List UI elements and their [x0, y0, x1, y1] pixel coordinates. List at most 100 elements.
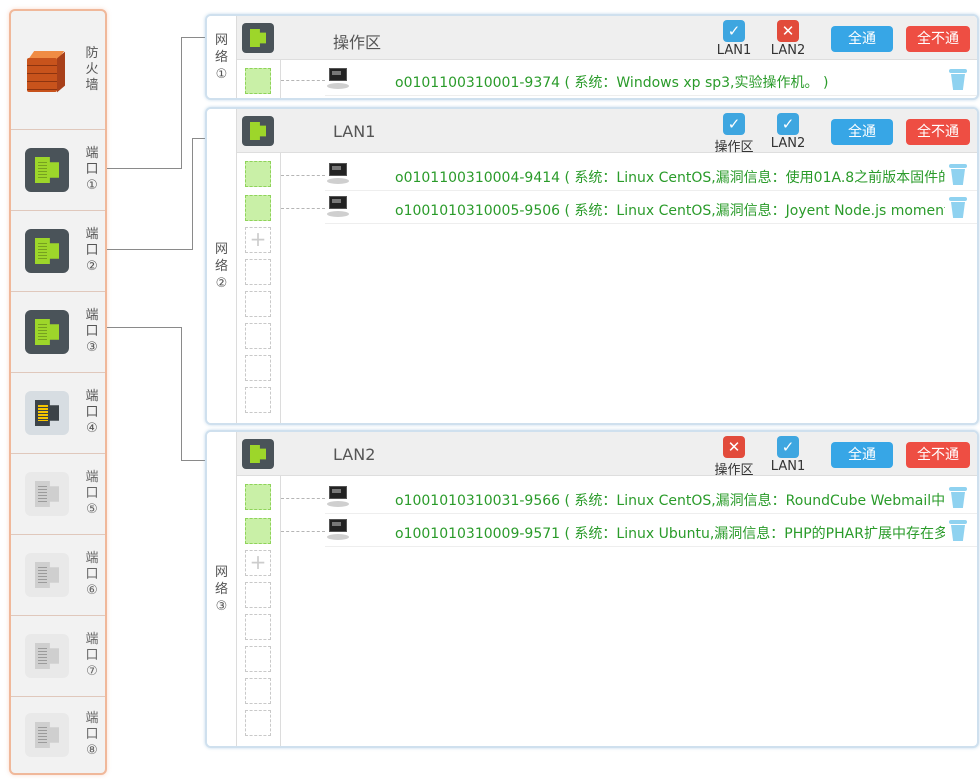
computer-icon — [327, 486, 349, 510]
port-label: 端 口 ② — [85, 227, 99, 274]
trash-icon[interactable] — [949, 487, 967, 509]
disconnect-all-button[interactable]: 全不通 — [906, 26, 970, 52]
empty-slot — [245, 614, 271, 640]
ethernet-port-icon — [25, 229, 69, 273]
network-header: LAN1 ✓ 操作区 ✓ LAN2 全通 全不通 — [281, 109, 977, 155]
port-label: 端 口 ⑧ — [85, 711, 99, 758]
ethernet-port-icon — [25, 713, 69, 757]
connector-line — [181, 327, 182, 461]
network-panel-3: 网 络 ③ + LAN2 ✕ 操作区 ✓ LAN1 全通 全不通 o100101… — [205, 430, 979, 748]
empty-slot — [245, 259, 271, 285]
computer-icon — [327, 163, 349, 187]
disconnect-all-button[interactable]: 全不通 — [906, 442, 970, 468]
link-toggle-lan2[interactable]: ✓ LAN2 — [768, 113, 808, 151]
port-label: 端 口 ① — [85, 146, 99, 193]
computer-icon — [327, 519, 349, 543]
port-label: 端 口 ④ — [85, 389, 99, 436]
link-toggle-operation-zone[interactable]: ✓ 操作区 — [714, 113, 754, 155]
connector-line — [107, 327, 182, 328]
port-sidebar: 防 火 墙 端 口 ① 端 口 ② 端 口 ③ 端 口 ④ 端 口 ⑤ 端 口 … — [9, 9, 107, 775]
port-label: 端 口 ③ — [85, 308, 99, 355]
host-row[interactable]: o0101100310001-9374 ( 系统：Windows xp sp3,… — [281, 66, 977, 96]
port-7[interactable]: 端 口 ⑦ — [11, 616, 105, 697]
connector-line — [107, 168, 182, 169]
firewall-cell: 防 火 墙 — [11, 11, 105, 130]
checked-icon: ✓ — [777, 113, 799, 135]
host-description: o1001010310009-9571 ( 系统：Linux Ubuntu,漏洞… — [395, 526, 945, 542]
trash-icon[interactable] — [949, 197, 967, 219]
host-description: o0101100310004-9414 ( 系统：Linux CentOS,漏洞… — [395, 170, 945, 186]
host-description: o1001010310031-9566 ( 系统：Linux CentOS,漏洞… — [395, 493, 945, 509]
network-label: 网 络 ① — [214, 32, 228, 82]
port-6[interactable]: 端 口 ⑥ — [11, 535, 105, 616]
switch-icon — [242, 23, 274, 53]
host-row[interactable]: o1001010310005-9506 ( 系统：Linux CentOS,漏洞… — [281, 194, 977, 224]
ethernet-port-icon — [25, 553, 69, 597]
empty-slot — [245, 387, 271, 413]
network-title: LAN1 — [333, 122, 376, 141]
checked-icon: ✓ — [723, 20, 745, 42]
trash-icon[interactable] — [949, 69, 967, 91]
unchecked-icon: ✕ — [777, 20, 799, 42]
ethernet-port-icon — [25, 391, 69, 435]
trash-icon[interactable] — [949, 520, 967, 542]
link-toggle-lan1[interactable]: ✓ LAN1 — [714, 20, 754, 58]
ethernet-port-icon — [25, 310, 69, 354]
host-slot[interactable] — [245, 195, 271, 221]
connect-all-button[interactable]: 全通 — [831, 119, 893, 145]
link-toggle-lan1[interactable]: ✓ LAN1 — [768, 436, 808, 474]
link-toggle-operation-zone[interactable]: ✕ 操作区 — [714, 436, 754, 478]
disconnect-all-button[interactable]: 全不通 — [906, 119, 970, 145]
empty-slot — [245, 323, 271, 349]
host-slot[interactable] — [245, 484, 271, 510]
add-host-icon[interactable]: + — [245, 550, 271, 576]
empty-slot — [245, 582, 271, 608]
connect-all-button[interactable]: 全通 — [831, 442, 893, 468]
connector-line — [192, 138, 205, 139]
host-row[interactable]: o0101100310004-9414 ( 系统：Linux CentOS,漏洞… — [281, 161, 977, 191]
empty-slot — [245, 291, 271, 317]
connector-line — [181, 37, 205, 38]
ethernet-port-icon — [25, 148, 69, 192]
unchecked-icon: ✕ — [723, 436, 745, 458]
host-slot[interactable] — [245, 161, 271, 187]
firewall-label: 防 火 墙 — [85, 46, 99, 93]
empty-slot — [245, 678, 271, 704]
network-title: LAN2 — [333, 445, 376, 464]
computer-icon — [327, 68, 349, 92]
ethernet-port-icon — [25, 472, 69, 516]
connector-line — [181, 37, 182, 169]
host-row[interactable]: o1001010310031-9566 ( 系统：Linux CentOS,漏洞… — [281, 484, 977, 514]
checked-icon: ✓ — [723, 113, 745, 135]
port-3[interactable]: 端 口 ③ — [11, 292, 105, 373]
port-2[interactable]: 端 口 ② — [11, 211, 105, 292]
port-1[interactable]: 端 口 ① — [11, 130, 105, 211]
host-slot[interactable] — [245, 518, 271, 544]
port-4[interactable]: 端 口 ④ — [11, 373, 105, 454]
network-panel-1: 网 络 ① 操作区 ✓ LAN1 ✕ LAN2 全通 全不通 o01011003… — [205, 14, 979, 100]
trash-icon[interactable] — [949, 164, 967, 186]
empty-slot — [245, 355, 271, 381]
host-description: o0101100310001-9374 ( 系统：Windows xp sp3,… — [395, 75, 829, 91]
port-5[interactable]: 端 口 ⑤ — [11, 454, 105, 535]
empty-slot — [245, 646, 271, 672]
connect-all-button[interactable]: 全通 — [831, 26, 893, 52]
port-8[interactable]: 端 口 ⑧ — [11, 697, 105, 773]
host-description: o1001010310005-9506 ( 系统：Linux CentOS,漏洞… — [395, 203, 945, 219]
network-panel-2: 网 络 ② + LAN1 ✓ 操作区 ✓ LAN2 全通 全不通 o010110… — [205, 107, 979, 425]
ethernet-port-icon — [25, 634, 69, 678]
switch-icon — [242, 439, 274, 469]
host-row[interactable]: o1001010310009-9571 ( 系统：Linux Ubuntu,漏洞… — [281, 517, 977, 547]
port-label: 端 口 ⑦ — [85, 632, 99, 679]
checked-icon: ✓ — [777, 436, 799, 458]
connector-line — [192, 138, 193, 250]
computer-icon — [327, 196, 349, 220]
network-header: 操作区 ✓ LAN1 ✕ LAN2 全通 全不通 — [281, 16, 977, 60]
network-title: 操作区 — [333, 33, 382, 52]
network-label: 网 络 ② — [214, 241, 228, 291]
link-toggle-lan2[interactable]: ✕ LAN2 — [768, 20, 808, 58]
add-host-icon[interactable]: + — [245, 227, 271, 253]
port-label: 端 口 ⑥ — [85, 551, 99, 598]
empty-slot — [245, 710, 271, 736]
host-slot[interactable] — [245, 68, 271, 94]
